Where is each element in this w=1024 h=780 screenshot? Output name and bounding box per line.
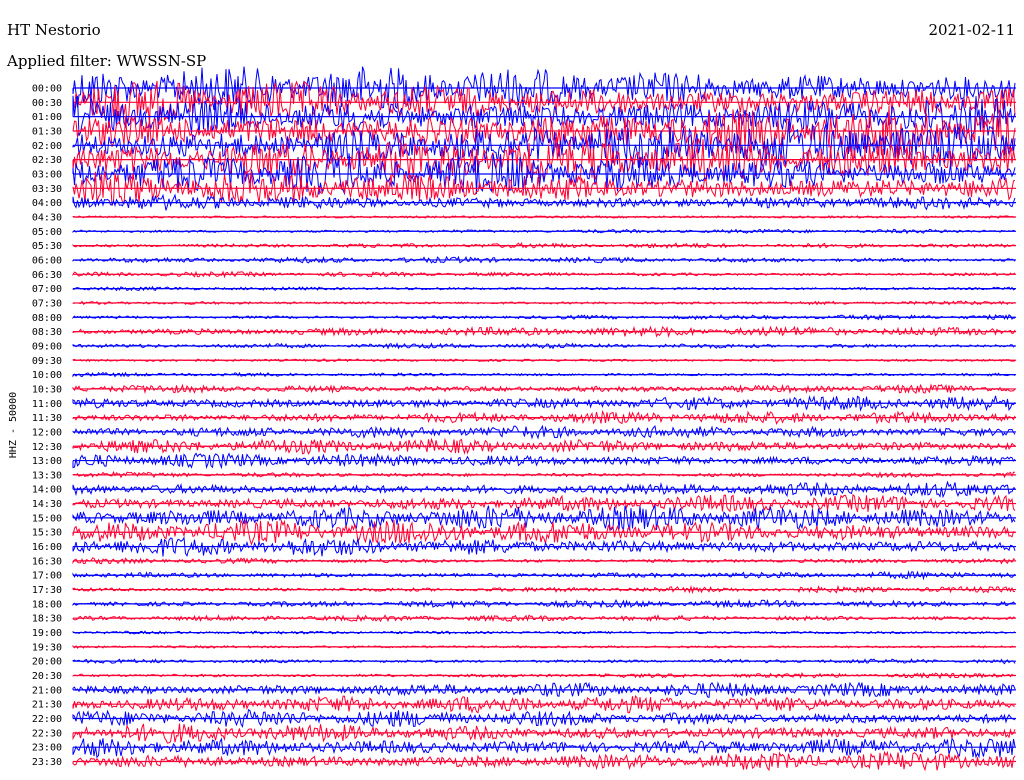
row-time-label: 11:30 — [32, 413, 62, 424]
row-time-label: 20:00 — [32, 657, 62, 668]
filter-label: Applied filter: WWSSN-SP — [6, 52, 206, 70]
row-time-label: 09:00 — [32, 341, 62, 352]
row-time-label: 02:30 — [32, 155, 62, 166]
row-time-label: 03:00 — [32, 169, 62, 180]
row-time-label: 22:00 — [32, 714, 62, 725]
row-time-label: 22:30 — [32, 728, 62, 739]
row-time-label: 18:00 — [32, 599, 62, 610]
row-time-label: 12:00 — [32, 427, 62, 438]
row-time-label: 17:30 — [32, 585, 62, 596]
time-tick-labels: 00:00 00:30 01:00 01:30 02:00 02:30 03:00 03:30… — [32, 84, 62, 769]
row-time-label: 13:00 — [32, 456, 62, 467]
row-time-label: 21:30 — [32, 700, 62, 711]
row-time-label: 14:00 — [32, 485, 62, 496]
row-time-label: 17:00 — [32, 571, 62, 582]
row-time-label: 07:00 — [32, 284, 62, 295]
channel-scale-label: HHZ - 50000 — [8, 392, 19, 458]
row-time-label: 00:00 — [32, 84, 62, 95]
row-time-label: 11:00 — [32, 399, 62, 410]
row-time-label: 12:30 — [32, 442, 62, 453]
row-time-label: 09:30 — [32, 356, 62, 367]
trace-row — [72, 536, 1016, 558]
row-time-label: 15:30 — [32, 528, 62, 539]
row-time-label: 07:30 — [32, 298, 62, 309]
row-time-label: 06:00 — [32, 255, 62, 266]
row-time-label: 15:00 — [32, 513, 62, 524]
row-time-label: 23:30 — [32, 757, 62, 768]
row-time-label: 19:00 — [32, 628, 62, 639]
trace-group — [72, 66, 1016, 772]
row-time-label: 16:00 — [32, 542, 62, 553]
row-time-label: 23:00 — [32, 743, 62, 754]
row-time-label: 03:30 — [32, 184, 62, 195]
row-time-label: 00:30 — [32, 98, 62, 109]
row-time-label: 18:30 — [32, 614, 62, 625]
row-time-label: 20:30 — [32, 671, 62, 682]
row-time-label: 16:30 — [32, 556, 62, 567]
row-time-label: 19:30 — [32, 642, 62, 653]
station-title: HT Nestorio — [7, 21, 101, 39]
trace-row — [72, 737, 1016, 759]
row-time-label: 01:00 — [32, 112, 62, 123]
row-time-label: 13:30 — [32, 470, 62, 481]
row-time-label: 06:30 — [32, 270, 62, 281]
row-time-label: 02:00 — [32, 141, 62, 152]
row-time-label: 08:00 — [32, 313, 62, 324]
row-time-label: 05:00 — [32, 227, 62, 238]
row-time-label: 14:30 — [32, 499, 62, 510]
row-time-label: 04:00 — [32, 198, 62, 209]
row-time-label: 01:30 — [32, 126, 62, 137]
row-time-label: 10:30 — [32, 384, 62, 395]
row-time-label: 21:00 — [32, 685, 62, 696]
date-label: 2021-02-11 — [929, 21, 1015, 39]
row-time-label: 10:00 — [32, 370, 62, 381]
helicorder-chart: HT Nestorio Applied filter: WWSSN-SP 202… — [6, 21, 1016, 772]
row-time-label: 05:30 — [32, 241, 62, 252]
row-time-label: 08:30 — [32, 327, 62, 338]
row-time-label: 04:30 — [32, 212, 62, 223]
